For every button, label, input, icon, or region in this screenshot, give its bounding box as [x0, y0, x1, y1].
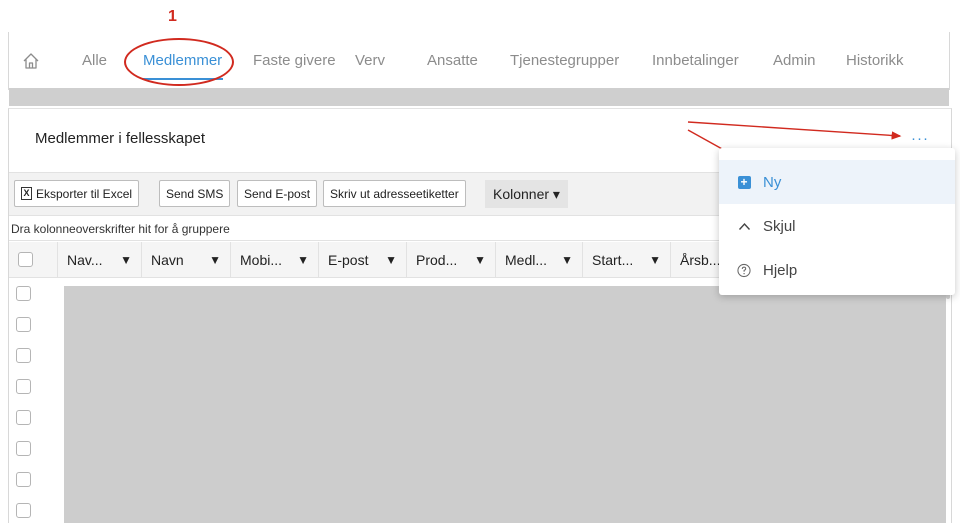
column-header[interactable]: Navn ▼	[141, 242, 230, 278]
column-header-label: Prod...	[416, 252, 458, 268]
menu-item-new[interactable]: + Ny	[719, 160, 955, 204]
more-options-menu: + Ny Skjul Hjelp	[719, 148, 955, 295]
filter-icon[interactable]: ▼	[474, 242, 486, 278]
menu-item-label: Skjul	[763, 217, 796, 235]
row-checkbox[interactable]	[16, 348, 31, 363]
export-excel-button[interactable]: X Eksporter til Excel	[14, 180, 140, 207]
tab-ansatte[interactable]: Ansatte	[427, 52, 478, 69]
column-header[interactable]: Prod... ▼	[406, 242, 495, 278]
column-header[interactable]: E-post ▼	[318, 242, 406, 278]
columns-dropdown[interactable]: Kolonner ▾	[485, 180, 568, 208]
tab-verv[interactable]: Verv	[355, 52, 385, 69]
tab-faste-givere[interactable]: Faste givere	[253, 52, 336, 69]
column-header-label: E-post	[328, 252, 369, 268]
column-header-label: Navn	[151, 252, 184, 268]
column-header[interactable]: Mobi... ▼	[230, 242, 318, 278]
column-header-label: Medl...	[505, 252, 548, 268]
filter-icon[interactable]: ▼	[561, 242, 573, 278]
row-checkbox[interactable]	[16, 317, 31, 332]
menu-item-hide[interactable]: Skjul	[719, 204, 955, 248]
column-header-label: Årsb...	[680, 252, 721, 268]
chevron-up-icon	[738, 222, 750, 230]
tab-tjenestegrupper[interactable]: Tjenestegrupper	[510, 52, 619, 69]
print-labels-button[interactable]: Skriv ut adresseetiketter	[323, 180, 466, 207]
menu-item-label: Ny	[763, 173, 782, 191]
column-header[interactable]: Medl... ▼	[495, 242, 582, 278]
row-checkbox[interactable]	[16, 410, 31, 425]
export-excel-label: Eksporter til Excel	[36, 186, 133, 201]
send-email-button[interactable]: Send E-post	[237, 180, 318, 207]
app-root: 1 2 Alle Medlemmer Faste givere Verv Ans…	[0, 0, 960, 523]
column-header[interactable]: Start... ▼	[582, 242, 670, 278]
annotation-number-1: 1	[168, 8, 177, 25]
tab-alle[interactable]: Alle	[82, 52, 107, 69]
tab-innbetalinger[interactable]: Innbetalinger	[652, 52, 739, 69]
plus-square-icon: +	[737, 175, 751, 189]
excel-icon: X	[21, 187, 32, 200]
row-checkbox[interactable]	[16, 286, 31, 301]
column-header-label: Mobi...	[240, 252, 283, 268]
row-checkbox[interactable]	[16, 472, 31, 487]
home-icon[interactable]	[22, 52, 40, 70]
filter-icon[interactable]: ▼	[649, 242, 661, 278]
more-options-button[interactable]: ···	[911, 130, 929, 147]
redacted-grid-data	[64, 286, 946, 523]
nav-divider-band	[9, 88, 949, 106]
send-sms-button[interactable]: Send SMS	[159, 180, 231, 207]
filter-icon[interactable]: ▼	[385, 242, 397, 278]
filter-icon[interactable]: ▼	[209, 242, 221, 278]
tab-admin[interactable]: Admin	[773, 52, 816, 69]
column-header-label: Start...	[592, 252, 634, 268]
annotation-ellipse	[124, 38, 234, 86]
menu-item-label: Hjelp	[763, 261, 798, 279]
grid-body	[9, 278, 951, 523]
column-header-label: Nav...	[67, 252, 103, 268]
row-checkbox[interactable]	[16, 379, 31, 394]
row-checkbox[interactable]	[16, 503, 31, 518]
help-circle-icon	[737, 263, 751, 277]
tab-historikk[interactable]: Historikk	[846, 52, 904, 69]
filter-icon[interactable]: ▼	[120, 242, 132, 278]
filter-icon[interactable]: ▼	[297, 242, 309, 278]
menu-item-help[interactable]: Hjelp	[719, 248, 955, 292]
row-checkbox[interactable]	[16, 441, 31, 456]
select-all-checkbox[interactable]	[18, 252, 33, 267]
panel-title: Medlemmer i fellesskapet	[35, 130, 206, 147]
column-header[interactable]: Nav... ▼	[57, 242, 141, 278]
